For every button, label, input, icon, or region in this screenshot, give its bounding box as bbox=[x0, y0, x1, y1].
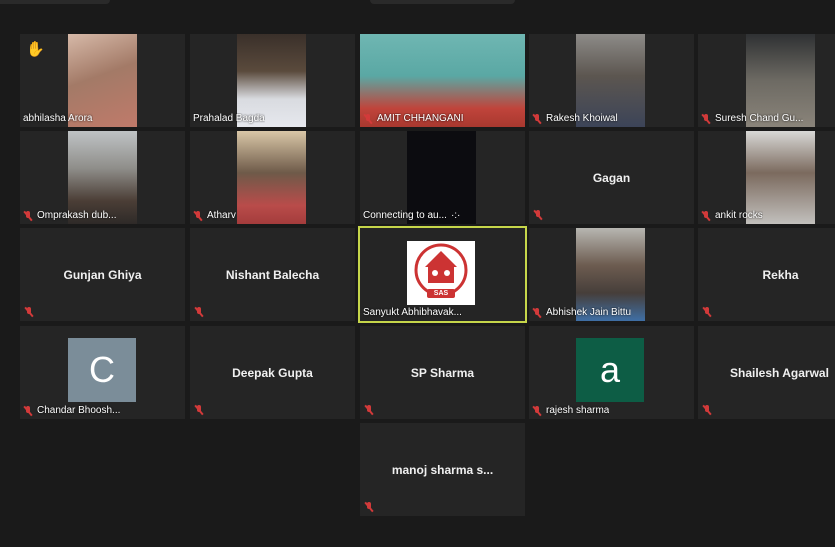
muted-mic-icon bbox=[23, 211, 33, 221]
participant-label: Atharv bbox=[193, 210, 236, 222]
participant-label: rajesh sharma bbox=[532, 405, 609, 417]
participant-name: Atharv bbox=[207, 210, 236, 221]
participant-name: Sanyukt Abhibhavak... bbox=[363, 307, 462, 318]
muted-mic-icon bbox=[532, 114, 542, 124]
participant-name-display: manoj sharma s... bbox=[391, 462, 494, 477]
muted-mic-icon bbox=[194, 405, 204, 415]
avatar: a bbox=[576, 338, 644, 402]
participant-name: Connecting to au... bbox=[363, 210, 447, 221]
participant-name: Chandar Bhoosh... bbox=[37, 405, 121, 416]
participant-name: ankit rocks bbox=[715, 210, 763, 221]
participant-tile-abhilasha[interactable]: ✋ abhilasha Arora bbox=[20, 34, 185, 127]
participant-name-display: Gunjan Ghiya bbox=[63, 267, 142, 282]
participant-tile-suresh[interactable]: Suresh Chand Gu... bbox=[698, 34, 835, 127]
logo-text: SAS bbox=[433, 290, 449, 297]
participant-tile-rekha[interactable]: Rekha bbox=[698, 228, 835, 321]
participant-video bbox=[237, 131, 306, 224]
participant-label: Rakesh Khoiwal bbox=[532, 113, 618, 125]
participant-tile-ankit[interactable]: ankit rocks bbox=[698, 131, 835, 224]
organization-logo: SAS bbox=[407, 241, 475, 305]
participant-name-display: SP Sharma bbox=[410, 365, 475, 380]
participant-tile-rakesh[interactable]: Rakesh Khoiwal bbox=[529, 34, 694, 127]
muted-mic-icon bbox=[701, 114, 711, 124]
participant-tile-prahalad[interactable]: Prahalad Bagda bbox=[190, 34, 355, 127]
muted-mic-icon bbox=[364, 502, 374, 512]
participant-label: Connecting to au... ·:· bbox=[363, 210, 460, 222]
participant-label: Abhishek Jain Bittu bbox=[532, 307, 631, 319]
participant-label: AMIT CHHANGANI bbox=[363, 113, 464, 125]
participant-label: ankit rocks bbox=[701, 210, 763, 222]
participant-name: Suresh Chand Gu... bbox=[715, 113, 804, 124]
raised-hand-icon: ✋ bbox=[26, 41, 45, 58]
muted-mic-icon bbox=[363, 114, 373, 124]
top-left-bar bbox=[0, 0, 110, 4]
participant-name: Rakesh Khoiwal bbox=[546, 113, 618, 124]
participant-name: Abhishek Jain Bittu bbox=[546, 307, 632, 318]
connecting-indicator-icon: ·:· bbox=[450, 210, 461, 221]
avatar: C bbox=[68, 338, 136, 402]
participant-tile-gagan[interactable]: Gagan bbox=[529, 131, 694, 224]
participant-name-display: Shailesh Agarwal bbox=[730, 365, 829, 380]
muted-mic-icon bbox=[702, 405, 712, 415]
participant-tile-connecting[interactable]: Connecting to au... ·:· bbox=[360, 131, 525, 224]
participant-name: Omprakash dub... bbox=[37, 210, 117, 221]
participant-label: Sanyukt Abhibhavak... bbox=[363, 307, 462, 319]
participant-tile-sp[interactable]: SP Sharma bbox=[360, 326, 525, 419]
participant-name-display: Rekha bbox=[762, 267, 799, 282]
muted-mic-icon bbox=[701, 211, 711, 221]
participant-tile-amit[interactable]: AMIT CHHANGANI bbox=[360, 34, 525, 127]
participant-name: Prahalad Bagda bbox=[193, 113, 265, 124]
muted-mic-icon bbox=[364, 405, 374, 415]
muted-mic-icon bbox=[194, 307, 204, 317]
muted-mic-icon bbox=[533, 210, 543, 220]
muted-mic-icon bbox=[193, 211, 203, 221]
top-center-bar bbox=[370, 0, 515, 4]
participant-tile-abhishek[interactable]: Abhishek Jain Bittu bbox=[529, 228, 694, 321]
muted-mic-icon bbox=[702, 307, 712, 317]
participant-tile-gunjan[interactable]: Gunjan Ghiya bbox=[20, 228, 185, 321]
muted-mic-icon bbox=[532, 308, 542, 318]
participant-label: Prahalad Bagda bbox=[193, 113, 265, 125]
participant-name: AMIT CHHANGANI bbox=[377, 113, 464, 124]
participant-tile-sanyukt-active-speaker[interactable]: SAS Sanyukt Abhibhavak... bbox=[358, 226, 527, 323]
participant-tile-deepak[interactable]: Deepak Gupta bbox=[190, 326, 355, 419]
participant-tile-rajesh[interactable]: a rajesh sharma bbox=[529, 326, 694, 419]
participant-label: abhilasha Arora bbox=[23, 113, 93, 125]
muted-mic-icon bbox=[23, 406, 33, 416]
participant-name-display: Deepak Gupta bbox=[232, 365, 313, 380]
participant-label: Chandar Bhoosh... bbox=[23, 405, 120, 417]
participant-tile-shailesh[interactable]: Shailesh Agarwal bbox=[698, 326, 835, 419]
participant-tile-nishant[interactable]: Nishant Balecha bbox=[190, 228, 355, 321]
participant-name: rajesh sharma bbox=[546, 405, 610, 416]
participant-name-display: Nishant Balecha bbox=[225, 267, 320, 282]
muted-mic-icon bbox=[24, 307, 34, 317]
participant-tile-manoj[interactable]: manoj sharma s... bbox=[360, 423, 525, 516]
participant-name: abhilasha Arora bbox=[23, 113, 93, 124]
participant-tile-atharv[interactable]: Atharv bbox=[190, 131, 355, 224]
participant-tile-omprakash[interactable]: Omprakash dub... bbox=[20, 131, 185, 224]
participant-label: Suresh Chand Gu... bbox=[701, 113, 803, 125]
participant-tile-chandar[interactable]: C Chandar Bhoosh... bbox=[20, 326, 185, 419]
participant-name-display: Gagan bbox=[592, 170, 631, 185]
muted-mic-icon bbox=[532, 406, 542, 416]
participant-label: Omprakash dub... bbox=[23, 210, 116, 222]
